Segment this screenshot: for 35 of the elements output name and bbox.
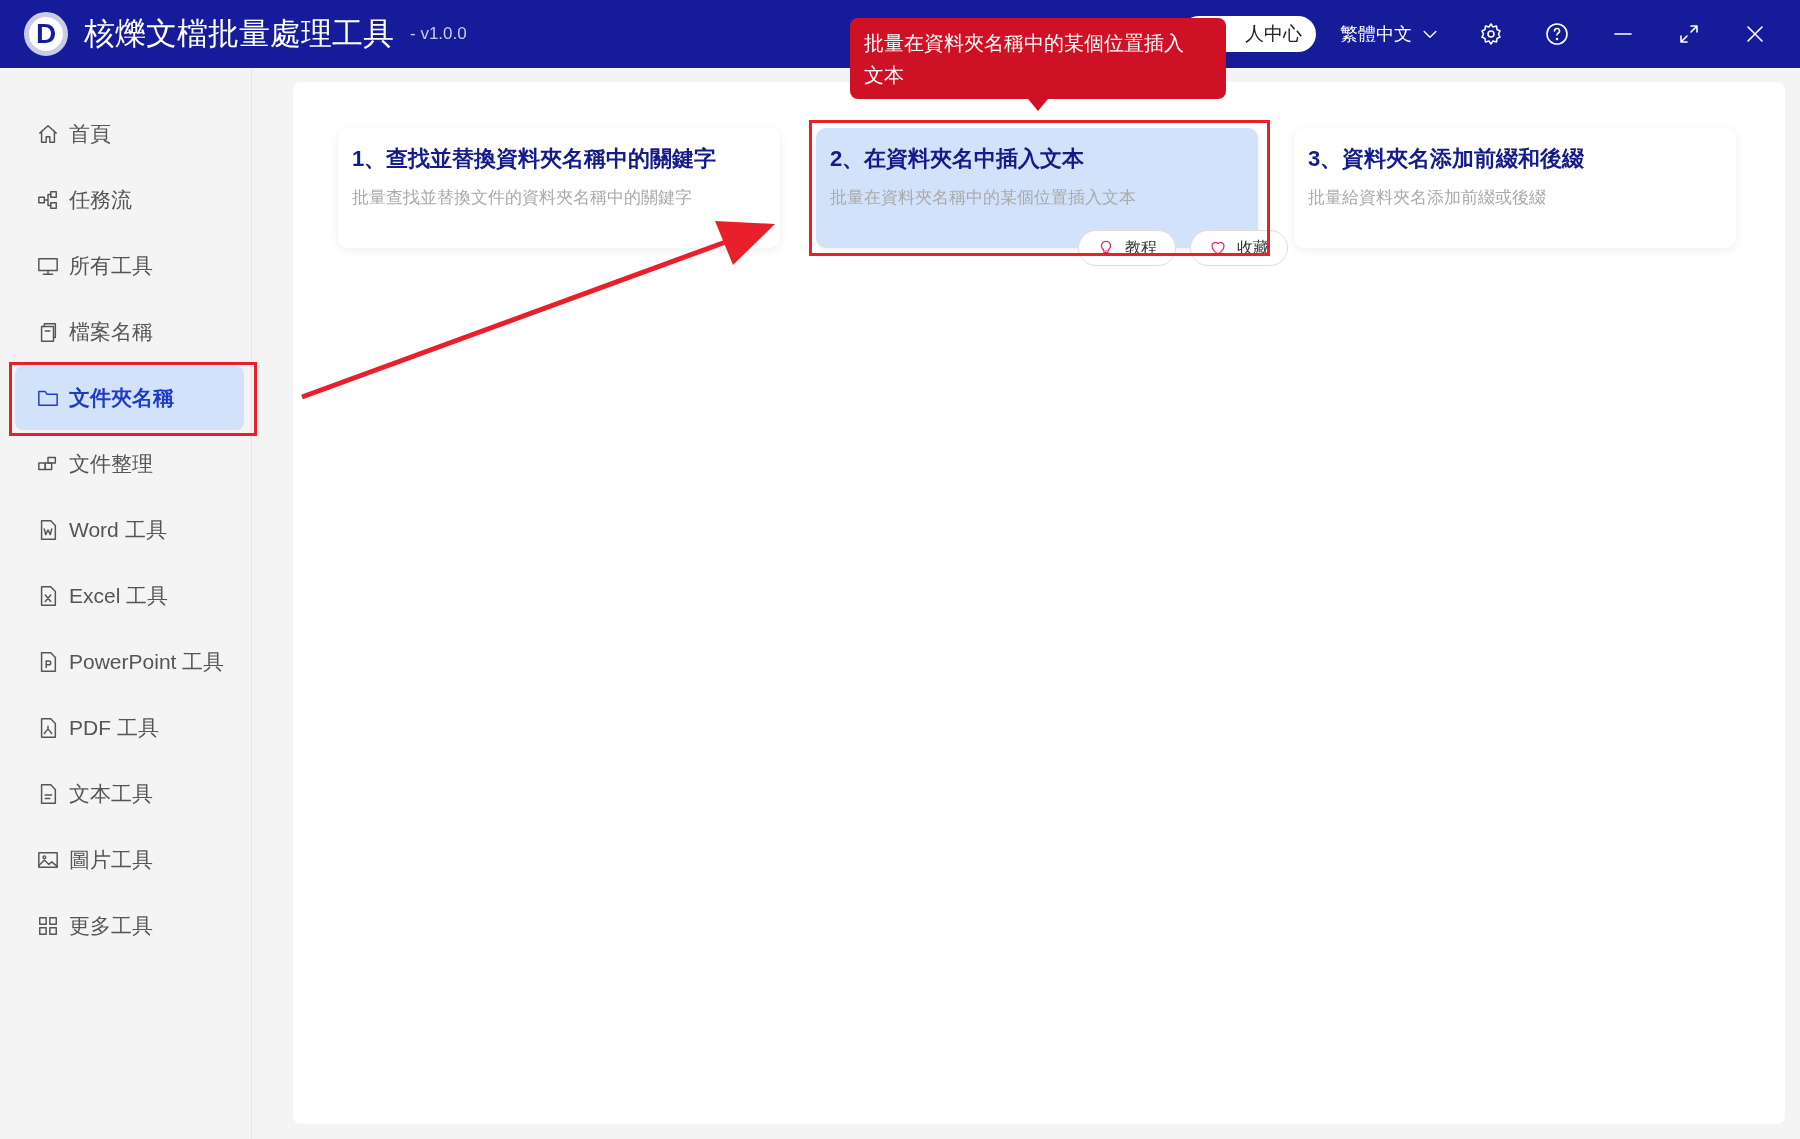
home-icon (37, 123, 59, 145)
sidebar-item[interactable]: Excel 工具 (15, 563, 244, 629)
card-description: 批量給資料夾名添加前綴或後綴 (1308, 187, 1547, 209)
sidebar-item[interactable]: 首頁 (15, 101, 244, 167)
tool-card[interactable]: 3、資料夾名添加前綴和後綴 批量給資料夾名添加前綴或後綴 (1294, 128, 1736, 248)
language-dropdown[interactable]: 繁體中文 (1334, 19, 1446, 49)
version-label: - v1.0.0 (410, 23, 467, 46)
sidebar-item[interactable]: 文件夾名稱 (15, 366, 244, 430)
maximize-icon[interactable] (1677, 22, 1701, 46)
sidebar-item[interactable]: Word 工具 (15, 497, 244, 563)
card-title: 3、資料夾名添加前綴和後綴 (1308, 145, 1586, 173)
monitor-icon (37, 255, 59, 277)
card-title: 2、在資料夾名中插入文本 (830, 145, 1086, 173)
card-description: 批量在資料夾名稱中的某個位置插入文本 (830, 187, 1137, 209)
card-title: 1、查找並替換資料夾名稱中的關鍵字 (352, 145, 718, 173)
tooltip-pointer (1028, 99, 1048, 111)
sidebar-item[interactable]: 更多工具 (15, 893, 244, 959)
grid-icon (37, 915, 59, 937)
sidebar-item[interactable]: 文本工具 (15, 761, 244, 827)
sidebar-item[interactable]: 檔案名稱 (15, 299, 244, 365)
app-title: 核爍文檔批量處理工具 (84, 14, 394, 53)
help-icon[interactable] (1545, 22, 1569, 46)
tooltip: 批量在資料夾名稱中的某個位置插入文本 (850, 18, 1226, 99)
sidebar-item[interactable]: 任務流 (15, 167, 244, 233)
image-icon (37, 849, 59, 871)
sidebar-item[interactable]: 圖片工具 (15, 827, 244, 893)
logo: D (24, 12, 68, 56)
sidebar-item[interactable]: PowerPoint 工具 (15, 629, 244, 695)
sidebar-item[interactable]: 文件整理 (15, 431, 244, 497)
sidebar-item[interactable]: 所有工具 (15, 233, 244, 299)
tool-card[interactable]: 1、查找並替換資料夾名稱中的關鍵字 批量查找並替換文件的資料夾名稱中的關鍵字 (338, 128, 780, 248)
card-description: 批量查找並替換文件的資料夾名稱中的關鍵字 (352, 187, 693, 209)
settings-icon[interactable] (1479, 22, 1503, 46)
sidebar-item[interactable]: PDF 工具 (15, 695, 244, 761)
workflow-icon (37, 189, 59, 211)
